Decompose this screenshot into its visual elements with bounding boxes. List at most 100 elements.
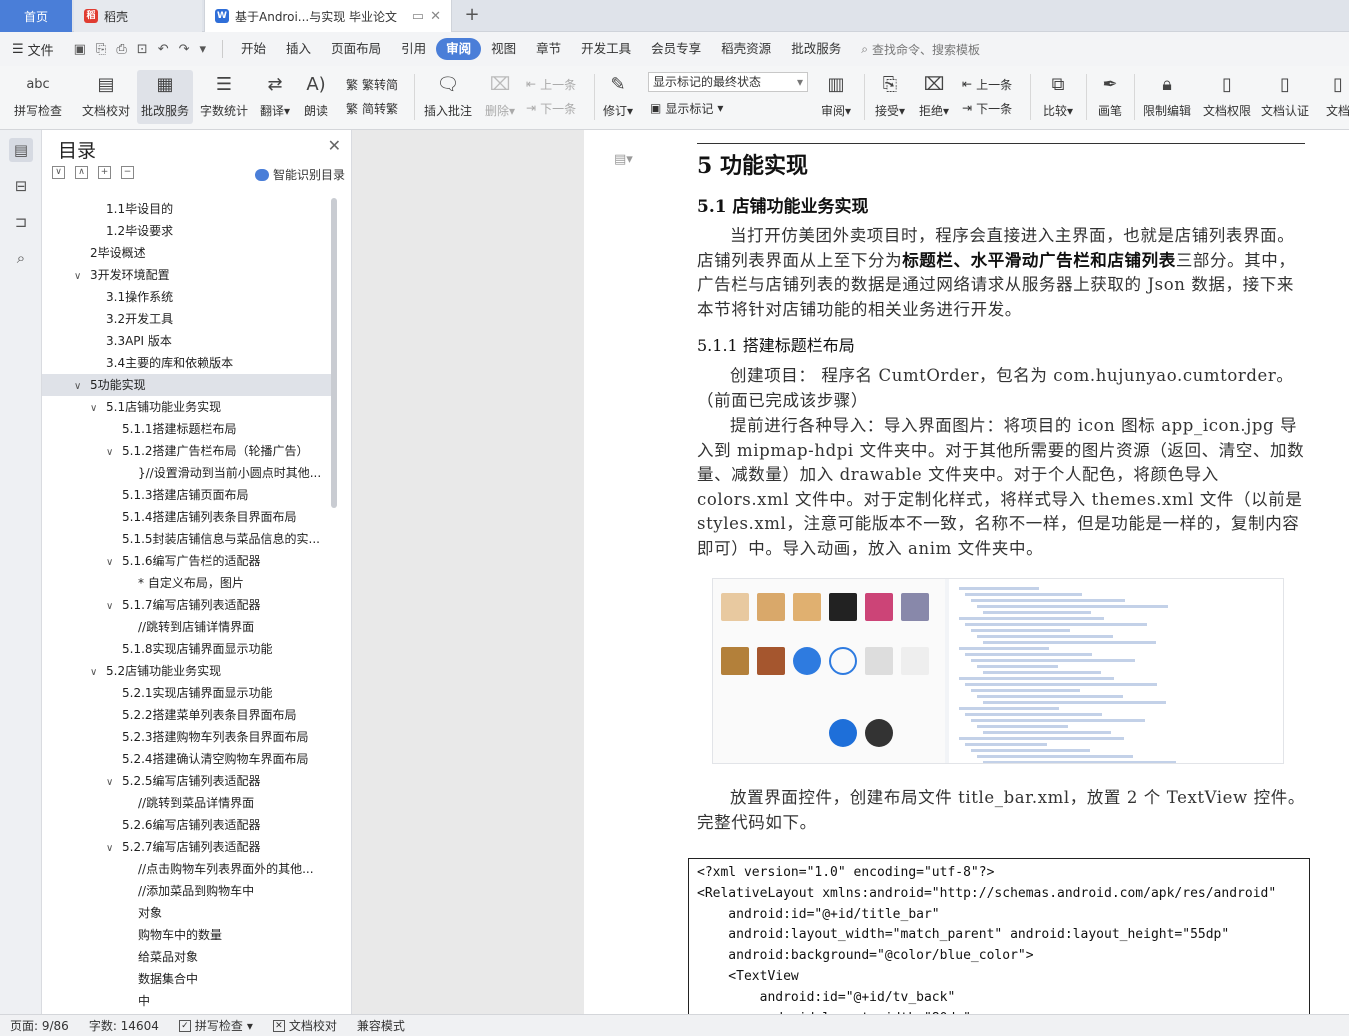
new-tab-plus-icon[interactable]: +: [460, 4, 484, 28]
chevron-down-icon[interactable]: ∨: [106, 442, 118, 462]
menu-tab-member[interactable]: 会员专享: [641, 38, 711, 60]
toc-item[interactable]: 5.2.2搭建菜单列表条目界面布局: [42, 704, 332, 726]
chevron-down-icon[interactable]: ∨: [106, 552, 118, 572]
word-count-button[interactable]: ☰ 字数统计: [197, 70, 251, 124]
next-comment-button[interactable]: ⇥ 下一条: [526, 98, 576, 118]
compare-button[interactable]: ⧉ 比较▾: [1038, 70, 1078, 124]
status-spell-check[interactable]: ✓ 拼写检查 ▾: [169, 1017, 263, 1034]
tab-home[interactable]: 首页: [0, 0, 72, 32]
translate-button[interactable]: ⇄ 翻译▾: [255, 70, 295, 124]
toc-panel-icon[interactable]: ▤: [9, 138, 33, 162]
expand-all-icon[interactable]: ∧: [75, 166, 88, 179]
toc-item[interactable]: 给菜品对象: [42, 946, 332, 968]
chevron-down-icon[interactable]: ∨: [74, 266, 86, 286]
toc-item[interactable]: 5.1.4搭建店铺列表条目界面布局: [42, 506, 332, 528]
toc-item[interactable]: * 自定义布局，图片: [42, 572, 332, 594]
review-service-button[interactable]: ▦ 批改服务: [137, 70, 193, 124]
menu-tab-review[interactable]: 审阅: [436, 38, 482, 60]
redo-icon[interactable]: ↷: [179, 42, 190, 57]
toc-item[interactable]: 3.4主要的库和依赖版本: [42, 352, 332, 374]
chapter-nav-icon[interactable]: ⊟: [9, 174, 33, 198]
accept-button[interactable]: ⎘ 接受▾: [870, 70, 910, 124]
save-icon[interactable]: ▣: [74, 42, 86, 57]
document-page[interactable]: ▤▾ 5 功能实现 5.1 店铺功能业务实现 当打开仿美团外卖项目时，程序会直接…: [584, 130, 1349, 1014]
toc-item[interactable]: ∨ 3开发环境配置: [42, 264, 332, 286]
toc-item[interactable]: 2毕设概述: [42, 242, 332, 264]
page-options-icon[interactable]: ▤▾: [614, 152, 633, 167]
doc-check-button[interactable]: ▤ 文档校对: [78, 70, 134, 124]
toc-item[interactable]: 5.1.1搭建标题栏布局: [42, 418, 332, 440]
menu-tab-daoke[interactable]: 稻壳资源: [711, 38, 781, 60]
delete-comment-button[interactable]: ⌧ 删除▾: [480, 70, 520, 124]
toc-item[interactable]: 5.2.1实现店铺界面显示功能: [42, 682, 332, 704]
toc-item[interactable]: ∨ 5.1.2搭建广告栏布局（轮播广告）: [42, 440, 332, 462]
toc-item[interactable]: ∨ 5功能实现: [42, 374, 332, 396]
file-menu[interactable]: ☰ 文件: [0, 40, 66, 59]
chevron-down-icon[interactable]: ∨: [106, 772, 118, 792]
print-icon[interactable]: ⎙: [116, 42, 126, 57]
toc-item[interactable]: 3.2开发工具: [42, 308, 332, 330]
menu-tab-developer[interactable]: 开发工具: [571, 38, 641, 60]
toc-item[interactable]: ∨ 5.1.7编写店铺列表适配器: [42, 594, 332, 616]
status-page[interactable]: 页面: 9/86: [0, 1017, 79, 1034]
search-icon[interactable]: ⌕: [9, 246, 33, 270]
menu-tab-view[interactable]: 视图: [481, 38, 526, 60]
toc-item[interactable]: //跳转到店铺详情界面: [42, 616, 332, 638]
markup-state-select[interactable]: 显示标记的最终状态: [648, 72, 808, 92]
menu-tab-review-service[interactable]: 批改服务: [781, 38, 851, 60]
toc-item[interactable]: 5.2.6编写店铺列表适配器: [42, 814, 332, 836]
doc-cert-button[interactable]: ▯ 文档认证: [1258, 70, 1312, 124]
review-pane-button[interactable]: ▥ 审阅▾: [816, 70, 856, 124]
toc-item[interactable]: 1.2毕设要求: [42, 220, 332, 242]
toc-item[interactable]: ∨ 5.2店铺功能业务实现: [42, 660, 332, 682]
prev-comment-button[interactable]: ⇤ 上一条: [526, 74, 576, 94]
export-icon[interactable]: ⎘: [96, 42, 106, 57]
toc-item[interactable]: 1.1毕设目的: [42, 198, 332, 220]
close-icon[interactable]: ✕: [430, 9, 441, 24]
bookmark-icon[interactable]: ⊐: [9, 210, 33, 234]
tab-document[interactable]: W 基于Androi...与实现 毕业论文 ▭ ✕: [204, 0, 452, 32]
toc-item[interactable]: //添加菜品到购物车中: [42, 880, 332, 902]
toc-scrollbar[interactable]: [331, 198, 337, 508]
chevron-down-icon[interactable]: ∨: [90, 662, 102, 682]
chevron-down-icon[interactable]: ∨: [74, 376, 86, 396]
menu-tab-layout[interactable]: 页面布局: [321, 38, 391, 60]
restrict-edit-button[interactable]: 🔒︎ 限制编辑: [1140, 70, 1194, 124]
menu-tab-section[interactable]: 章节: [526, 38, 571, 60]
toc-item[interactable]: //跳转到菜品详情界面: [42, 792, 332, 814]
add-heading-icon[interactable]: +: [98, 166, 111, 179]
toc-item[interactable]: 5.2.4搭建确认清空购物车界面布局: [42, 748, 332, 770]
spell-check-button[interactable]: abc 拼写检查: [8, 70, 68, 124]
command-search[interactable]: ⌕ 查找命令、搜索模板: [851, 41, 990, 58]
smart-toc-button[interactable]: 智能识别目录: [254, 166, 345, 183]
next-change-button[interactable]: ⇥ 下一条: [962, 98, 1012, 118]
toc-item[interactable]: 购物车中的数量: [42, 924, 332, 946]
toc-item[interactable]: 5.2.3搭建购物车列表条目界面布局: [42, 726, 332, 748]
status-doc-check[interactable]: ✕ 文档校对: [263, 1017, 347, 1034]
toc-item[interactable]: ∨ 5.1.6编写广告栏的适配器: [42, 550, 332, 572]
pen-button[interactable]: ✒ 画笔: [1092, 70, 1128, 124]
read-aloud-button[interactable]: A) 朗读: [298, 70, 334, 124]
track-changes-button[interactable]: ✎ 修订▾: [600, 70, 636, 124]
doc-more-button[interactable]: ▯ 文档: [1318, 70, 1349, 124]
show-markup-button[interactable]: ▣ 显示标记 ▾: [650, 98, 723, 118]
close-icon[interactable]: ✕: [328, 136, 341, 155]
toc-item[interactable]: ∨ 5.2.7编写店铺列表适配器: [42, 836, 332, 858]
prev-change-button[interactable]: ⇤ 上一条: [962, 74, 1012, 94]
toc-item[interactable]: 5.1.5封装店铺信息与菜品信息的实...: [42, 528, 332, 550]
preview-icon[interactable]: ⊡: [137, 42, 148, 57]
toc-item[interactable]: 对象: [42, 902, 332, 924]
status-words[interactable]: 字数: 14604: [79, 1017, 169, 1034]
menu-tab-insert[interactable]: 插入: [276, 38, 321, 60]
toc-item[interactable]: 3.3API 版本: [42, 330, 332, 352]
reject-button[interactable]: ⌧ 拒绝▾: [914, 70, 954, 124]
toc-item[interactable]: 5.1.8实现店铺界面显示功能: [42, 638, 332, 660]
doc-rights-button[interactable]: ▯ 文档权限: [1200, 70, 1254, 124]
toc-item[interactable]: }//设置滑动到当前小圆点时其他...: [42, 462, 332, 484]
toc-item[interactable]: 数据集合中: [42, 968, 332, 990]
traditional-to-simplified-button[interactable]: 繁 繁转简: [346, 74, 398, 94]
menu-tab-home[interactable]: 开始: [231, 38, 276, 60]
menu-tab-references[interactable]: 引用: [391, 38, 436, 60]
chevron-down-icon[interactable]: ∨: [106, 596, 118, 616]
toc-item[interactable]: 5.1.3搭建店铺页面布局: [42, 484, 332, 506]
